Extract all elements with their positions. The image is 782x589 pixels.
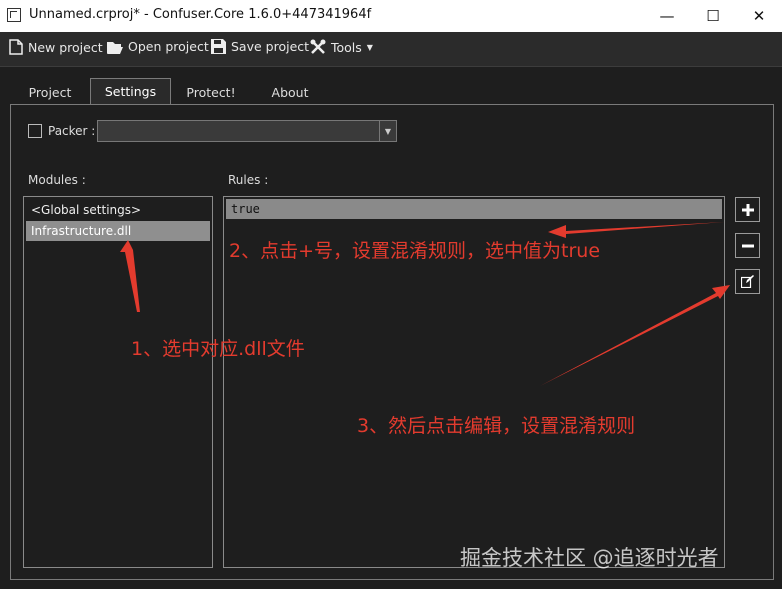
annotation-arrow-1	[120, 240, 140, 312]
annotation-arrows	[120, 222, 730, 386]
annotation-step3: 3、然后点击编辑，设置混淆规则	[357, 415, 636, 437]
annotation-step2: 2、点击+号，设置混淆规则，选中值为true	[229, 240, 601, 262]
watermark: 掘金技术社区 @追逐时光者	[460, 546, 719, 570]
annotation-arrow-3	[540, 285, 730, 386]
annotation-step1: 1、选中对应.dll文件	[131, 338, 305, 360]
